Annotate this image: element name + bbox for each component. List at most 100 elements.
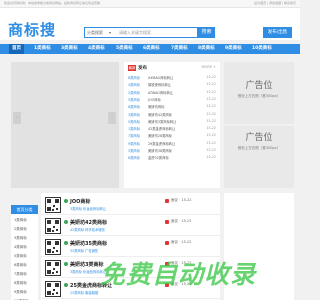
ad-slot[interactable]: 广告位 首页上方右侧（宽300px） — [224, 126, 294, 188]
list-item-category[interactable]: 6类商标 — [128, 75, 140, 80]
feed-item-category[interactable]: 42类商标 科学技术服务 — [70, 227, 105, 232]
sidebar-heading: 首页分类 — [11, 205, 38, 214]
hot-badge: 最新 — [128, 65, 136, 71]
feed-item-category[interactable]: 3类商标 化妆品商标转让 — [70, 206, 106, 211]
sidebar-item[interactable]: 8类商标 — [14, 281, 27, 286]
list-item-title[interactable]: 美妍坊38类商标 — [148, 148, 172, 153]
list-item-category[interactable]: 3类商标 — [128, 112, 140, 117]
list-item-category[interactable]: 3类商标 — [128, 148, 140, 153]
status-dot-icon — [64, 220, 68, 224]
sidebar-item[interactable]: 1类商标 — [14, 218, 27, 223]
list-item-category[interactable]: 5类商标 — [128, 97, 140, 102]
sidebar-item[interactable]: 4类商标 — [14, 245, 27, 250]
feed-item-price: 面议 · 15-22 — [171, 219, 192, 223]
slider-prev-icon[interactable]: ‹ — [13, 112, 21, 124]
chevron-down-icon: ▾ — [109, 30, 112, 35]
list-item-title[interactable]: ATWAG商标转让 — [148, 90, 173, 95]
nav-item[interactable]: 1类商标 — [34, 44, 51, 54]
post-button[interactable]: 发布/出售 — [263, 27, 292, 38]
slider-next-icon[interactable]: › — [108, 112, 116, 124]
list-item-category[interactable]: 7类商标 — [128, 133, 140, 138]
list-item-category[interactable]: 9类商标 — [128, 141, 140, 146]
sidebar-item[interactable]: 3类商标 — [14, 236, 27, 241]
list-item[interactable]: 9类商标 29类金虎商标转让 15-22 — [128, 141, 216, 148]
list-item-date: 15-22 — [206, 133, 216, 138]
nav-item[interactable]: 6类商标 — [143, 44, 160, 54]
list-header: 最新 发布 MORE + — [128, 65, 216, 72]
list-item-date: 15-22 — [206, 96, 216, 101]
sidebar-item[interactable]: 6类商标 — [14, 263, 27, 268]
feed-item-title[interactable]: JOO商标 — [70, 198, 90, 205]
list-item-date: 15-22 — [206, 118, 216, 123]
list-item[interactable]: 5类商标 JOO商标 15-22 — [128, 97, 216, 104]
list-item-title[interactable]: 42类金虎商标转让 — [148, 126, 175, 131]
feed-item[interactable]: 美妍坊35类商标 35类商标 广告销售 面议 · 15-22 — [41, 237, 220, 257]
list-item[interactable]: 6类商标 XXMAG商标转让 15-22 — [128, 75, 216, 82]
list-item[interactable]: 8类商标 美妍坊商标 15-22 — [128, 104, 216, 111]
list-item-title[interactable]: 美妍坊3类商标转让 — [148, 119, 176, 124]
qr-code-icon — [45, 218, 61, 234]
nav-item[interactable]: 5类商标 — [116, 44, 133, 54]
list-item-title[interactable]: 美妍坊42类商标 — [148, 112, 172, 117]
list-item-date: 15-22 — [206, 82, 216, 87]
list-item-title[interactable]: 29类金虎商标转让 — [148, 141, 175, 146]
list-item-category[interactable]: 8类商标 — [128, 104, 140, 109]
nav-item[interactable]: 10类商标 — [252, 44, 272, 54]
list-item-title[interactable]: JOO商标 — [148, 97, 161, 102]
list-item[interactable]: 6类商标 金虎32类商标 15-22 — [128, 155, 216, 162]
list-item-category[interactable]: 1类商标 — [128, 126, 140, 131]
header: 商标搜 分类搜索 ▾ 请输入关键字搜索 搜索 发布/出售 — [0, 8, 300, 40]
list-item[interactable]: 1类商标 42类金虎商标转让 15-22 — [128, 126, 216, 133]
nav-item[interactable]: 3类商标 — [61, 44, 78, 54]
list-item-title[interactable]: 金虎32类商标 — [148, 155, 169, 160]
top-bar: 欢迎访问商标搜！本站收录各分类商标网站，最新商标转让信息欢迎查看 设为首页 | … — [0, 0, 300, 8]
search-box[interactable]: 分类搜索 ▾ 请输入关键字搜索 — [84, 27, 198, 38]
status-dot-icon — [64, 262, 68, 266]
ad-slot[interactable]: 广告位 首页上方右侧（宽300px） — [224, 62, 294, 124]
list-item-date: 15-22 — [206, 126, 216, 131]
sidebar-item[interactable]: 2类商标 — [14, 227, 27, 232]
top-links[interactable]: 设为首页 | 添加收藏 | 联系我们 — [254, 1, 296, 5]
list-item[interactable]: 3类商标 美妍坊42类商标 15-22 — [128, 112, 216, 119]
list-item-category[interactable]: 2类商标 — [128, 90, 140, 95]
list-item[interactable]: 5类商标 美妍坊3类商标转让 15-22 — [128, 119, 216, 126]
list-item[interactable]: 2类商标 ATWAG商标转让 15-22 — [128, 90, 216, 97]
list-item-title[interactable]: 美妍坊28类商标 — [148, 133, 172, 138]
search-button[interactable]: 搜索 — [198, 27, 215, 38]
nav-item[interactable]: 7类商标 — [171, 44, 188, 54]
feed-item-category[interactable]: 25类商标 服装鞋帽 — [70, 290, 98, 295]
list-item-category[interactable]: 6类商标 — [128, 155, 140, 160]
more-link[interactable]: MORE + — [202, 65, 216, 69]
list-item[interactable]: 4类商标 钢铁侠商标转让 15-22 — [128, 82, 216, 89]
feed-item-title[interactable]: 美妍坊3类商标 — [70, 261, 103, 268]
nav-item-home[interactable]: 首页 — [9, 44, 24, 54]
status-dot-icon — [64, 199, 68, 203]
nav-item[interactable]: 9类商标 — [225, 44, 242, 54]
list-item-title[interactable]: XXMAG商标转让 — [148, 75, 173, 80]
ad-title: 广告位 — [245, 133, 273, 143]
list-item[interactable]: 3类商标 美妍坊38类商标 15-22 — [128, 148, 216, 155]
feed-item-title[interactable]: 美妍坊42类商标 — [70, 219, 107, 226]
search-category-select[interactable]: 分类搜索 — [87, 30, 103, 36]
search-input[interactable]: 请输入关键字搜索 — [119, 30, 151, 36]
site-logo[interactable]: 商标搜 — [8, 19, 56, 40]
qr-code-icon — [45, 260, 61, 276]
nav-item[interactable]: 8类商标 — [198, 44, 215, 54]
list-item-date: 15-22 — [206, 140, 216, 145]
list-item-category[interactable]: 4类商标 — [128, 82, 140, 87]
nav-item[interactable]: 4类商标 — [88, 44, 105, 54]
feed-item[interactable]: 美妍坊42类商标 42类商标 科学技术服务 面议 · 15-22 — [41, 216, 220, 236]
sidebar-item[interactable]: 7类商标 — [14, 272, 27, 277]
latest-list: 最新 发布 MORE + 6类商标 XXMAG商标转让 15-22 4类商标 钢铁侠商标… — [124, 62, 220, 188]
list-title: 发布 — [138, 66, 147, 71]
list-item[interactable]: 7类商标 美妍坊28类商标 15-22 — [128, 133, 216, 140]
banner-slider[interactable] — [11, 62, 119, 188]
list-item-category[interactable]: 5类商标 — [128, 119, 140, 124]
sidebar-item[interactable]: 9类商标 — [14, 290, 27, 295]
feed-item[interactable]: JOO商标 3类商标 化妆品商标转让 面议 · 15-22 — [41, 195, 220, 215]
feed-item-category[interactable]: 35类商标 广告销售 — [70, 248, 98, 253]
list-item-title[interactable]: 美妍坊商标 — [148, 104, 164, 109]
sidebar-item[interactable]: 5类商标 — [14, 254, 27, 259]
list-item-title[interactable]: 钢铁侠商标转让 — [148, 82, 171, 87]
feed-item-title[interactable]: 美妍坊35类商标 — [70, 240, 107, 247]
